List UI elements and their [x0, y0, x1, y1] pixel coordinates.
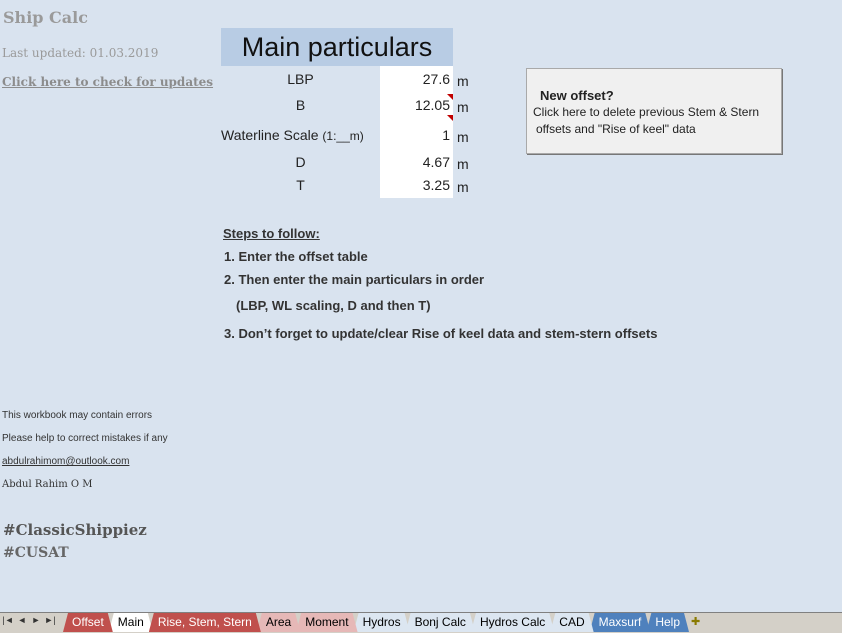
row-d: D 4.67 m: [221, 151, 481, 175]
sheet-tab-cad[interactable]: CAD: [550, 613, 593, 632]
b-value-text: 12.05: [414, 97, 450, 113]
sheet-tab-bonj-calc[interactable]: Bonj Calc: [406, 613, 475, 632]
sheet-nav: |◄ ◄ ► ►|: [2, 615, 56, 625]
b-value[interactable]: 12.05: [380, 94, 453, 121]
t-label: T: [296, 177, 305, 193]
sheet-tab-rise-stem-stern[interactable]: Rise, Stem, Stern: [149, 613, 261, 632]
author-email-link[interactable]: abdulrahimom@outlook.com: [2, 456, 129, 467]
note-help: Please help to correct mistakes if any: [2, 433, 168, 444]
lbp-label: LBP: [287, 71, 314, 87]
prev-sheet-icon[interactable]: ◄: [16, 615, 28, 625]
hashtag-classic-shippiez: #ClassicShippiez: [3, 521, 147, 539]
last-sheet-icon[interactable]: ►|: [44, 615, 56, 625]
sheet-tab-bar: |◄ ◄ ► ►| Offset Main Rise, Stem, Stern Are…: [0, 612, 842, 633]
sheet-tab-maxsurf[interactable]: Maxsurf: [590, 613, 651, 632]
new-offset-button[interactable]: New offset? Click here to delete previou…: [526, 68, 782, 154]
sheet-tab-moment[interactable]: Moment: [296, 613, 357, 632]
waterline-scale-label: Waterline Scale (1:__m): [221, 127, 380, 143]
sheet-tab-main[interactable]: Main: [109, 613, 153, 632]
author-name: Abdul Rahim O M: [2, 479, 93, 490]
d-unit: m: [457, 156, 469, 172]
sheet-tab-help[interactable]: Help: [646, 613, 689, 632]
waterline-scale-value[interactable]: 1: [380, 124, 453, 148]
sheet-tab-offset[interactable]: Offset: [63, 613, 113, 632]
step-3: 3. Don’t forget to update/clear Rise of …: [224, 326, 658, 341]
first-sheet-icon[interactable]: |◄: [2, 615, 14, 625]
steps-title: Steps to follow:: [223, 226, 320, 241]
note-errors: This workbook may contain errors: [2, 410, 153, 421]
waterline-scale-text: Waterline Scale: [221, 127, 319, 143]
next-sheet-icon[interactable]: ►: [30, 615, 42, 625]
t-unit: m: [457, 179, 469, 195]
new-offset-line2: offsets and "Rise of keel" data: [536, 122, 696, 136]
row-t: T 3.25 m: [221, 174, 481, 198]
waterline-scale-suffix: (1:__m): [322, 129, 364, 143]
comment-indicator[interactable]: [447, 94, 453, 100]
sheet-tab-hydros-calc[interactable]: Hydros Calc: [471, 613, 554, 632]
step-1: 1. Enter the offset table: [224, 249, 368, 264]
new-offset-title: New offset?: [540, 88, 614, 103]
step-2: 2. Then enter the main particulars in or…: [224, 272, 485, 287]
sheet-tab-area[interactable]: Area: [257, 613, 300, 632]
step-2-detail: (LBP, WL scaling, D and then T): [236, 298, 431, 313]
lbp-value[interactable]: 27.6: [380, 68, 453, 92]
row-lbp: LBP 27.6 m: [221, 68, 481, 92]
check-updates-link[interactable]: Click here to check for updates: [2, 75, 213, 89]
b-label: B: [295, 97, 306, 113]
last-updated: Last updated: 01.03.2019: [2, 46, 159, 60]
t-value[interactable]: 3.25: [380, 174, 453, 198]
hashtag-cusat: #CUSAT: [3, 545, 69, 561]
d-value[interactable]: 4.67: [380, 151, 453, 175]
new-offset-line1: Click here to delete previous Stem & Ste…: [533, 105, 760, 119]
main-particulars-title: Main particulars: [221, 28, 453, 66]
app-title: Ship Calc: [3, 8, 88, 27]
d-label: D: [295, 154, 306, 170]
row-waterline-scale: Waterline Scale (1:__m) 1 m: [221, 124, 481, 148]
b-unit: m: [457, 99, 469, 115]
waterline-scale-unit: m: [457, 129, 469, 145]
comment-indicator[interactable]: [447, 115, 453, 121]
lbp-unit: m: [457, 73, 469, 89]
row-b: B 12.05 m: [221, 94, 481, 121]
sheet-tab-hydros[interactable]: Hydros: [354, 613, 410, 632]
sheet-tabs: Offset Main Rise, Stem, Stern Area Moment Hyd…: [63, 613, 706, 632]
